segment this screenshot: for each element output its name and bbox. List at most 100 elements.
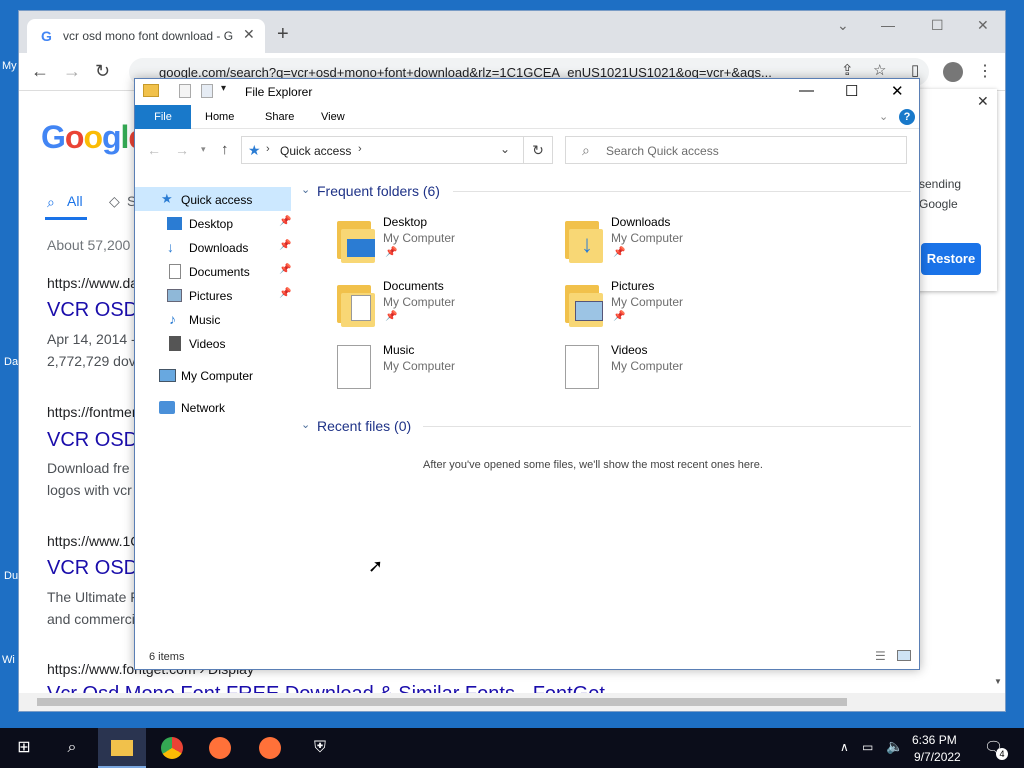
nav-item-quick-access[interactable]: ★ Quick access bbox=[135, 189, 291, 211]
result-title[interactable]: Vcr Osd Mono Font FREE Download & Simila… bbox=[47, 683, 605, 693]
quick-access-toolbar-dropdown-icon[interactable]: ▾ bbox=[221, 83, 226, 94]
desktop-icon-label[interactable]: My bbox=[2, 60, 17, 72]
section-header-frequent[interactable]: Frequent folders (6) bbox=[317, 183, 440, 199]
back-arrow-icon[interactable]: ← bbox=[147, 142, 161, 158]
desktop-icon-label[interactable]: Du bbox=[4, 570, 18, 582]
result-title[interactable]: VCR OSD bbox=[47, 429, 138, 452]
tab-all[interactable]: All bbox=[67, 193, 83, 209]
chrome-minimize-button[interactable]: — bbox=[881, 17, 895, 33]
scroll-down-icon[interactable]: ▼ bbox=[994, 677, 1002, 686]
new-folder-icon[interactable] bbox=[201, 84, 213, 98]
nav-item-music[interactable]: ♪ Music bbox=[135, 309, 291, 331]
pin-icon: 📌 bbox=[385, 247, 398, 258]
back-arrow-icon[interactable]: ← bbox=[31, 61, 49, 82]
firefox-taskbar-icon[interactable] bbox=[196, 728, 244, 768]
firefox-taskbar-icon[interactable] bbox=[246, 728, 294, 768]
nav-item-label: Downloads bbox=[189, 241, 249, 255]
folder-tile-documents[interactable]: Documents My Computer 📌 bbox=[337, 279, 557, 335]
share-icon[interactable]: ⇪ bbox=[841, 61, 854, 79]
tab-title: vcr osd mono font download - G bbox=[63, 29, 233, 43]
chrome-maximize-button[interactable]: ☐ bbox=[931, 17, 944, 34]
chrome-taskbar-icon[interactable] bbox=[148, 728, 196, 768]
reload-icon[interactable]: ↻ bbox=[95, 61, 110, 82]
bookmark-star-icon[interactable]: ☆ bbox=[873, 61, 886, 79]
tab-file[interactable]: File bbox=[135, 105, 191, 129]
menu-kebab-icon[interactable]: ⋮ bbox=[977, 61, 993, 81]
collapse-chevron-icon[interactable]: ⌄ bbox=[301, 183, 310, 196]
close-icon[interactable]: ✕ bbox=[977, 93, 989, 110]
folder-name: Pictures bbox=[611, 279, 655, 293]
side-panel-icon[interactable]: ▯ bbox=[911, 61, 919, 79]
network-icon[interactable]: ▭ bbox=[862, 740, 873, 754]
expand-ribbon-chevron-icon[interactable]: ⌄ bbox=[879, 110, 888, 123]
close-tab-icon[interactable]: ✕ bbox=[243, 26, 255, 43]
horizontal-scrollbar[interactable] bbox=[19, 693, 1005, 711]
volume-icon[interactable]: 🔈 bbox=[886, 738, 903, 755]
nav-item-network[interactable]: Network bbox=[135, 397, 291, 419]
result-url[interactable]: https://fontmer bbox=[47, 404, 136, 420]
help-icon[interactable]: ? bbox=[899, 109, 915, 125]
nav-item-pictures[interactable]: Pictures 📌 bbox=[135, 285, 291, 307]
minimize-button[interactable]: — bbox=[799, 82, 814, 99]
forward-arrow-icon[interactable]: → bbox=[175, 142, 189, 158]
forward-arrow-icon[interactable]: → bbox=[63, 61, 81, 82]
result-url[interactable]: https://www.1C bbox=[47, 533, 140, 549]
folder-tile-music[interactable]: Music My Computer bbox=[337, 343, 557, 399]
clock-time[interactable]: 6:36 PM bbox=[912, 733, 957, 747]
search-icon: ⌕ bbox=[582, 142, 590, 158]
nav-item-documents[interactable]: Documents 📌 bbox=[135, 261, 291, 283]
search-icon[interactable]: ⌕ bbox=[48, 728, 96, 768]
close-button[interactable]: ✕ bbox=[891, 82, 904, 100]
result-title[interactable]: VCR OSD bbox=[47, 557, 138, 580]
properties-icon[interactable] bbox=[179, 84, 191, 98]
maximize-button[interactable]: ☐ bbox=[845, 82, 858, 100]
chevron-right-icon[interactable]: › bbox=[266, 143, 270, 155]
result-snippet: The Ultimate F bbox=[47, 589, 139, 605]
collapse-chevron-icon[interactable]: ⌄ bbox=[301, 418, 310, 431]
folder-tile-videos[interactable]: Videos My Computer bbox=[565, 343, 785, 399]
result-title[interactable]: VCR OSD bbox=[47, 299, 138, 322]
file-explorer-taskbar-icon[interactable] bbox=[98, 728, 146, 768]
folder-tile-desktop[interactable]: Desktop My Computer 📌 bbox=[337, 215, 557, 271]
section-header-recent[interactable]: Recent files (0) bbox=[317, 418, 411, 434]
folder-tile-pictures[interactable]: Pictures My Computer 📌 bbox=[565, 279, 785, 335]
large-icons-view-icon[interactable] bbox=[897, 650, 911, 661]
recent-locations-chevron-down-icon[interactable]: ▾ bbox=[201, 144, 206, 155]
folder-tile-downloads[interactable]: ↓ Downloads My Computer 📌 bbox=[565, 215, 785, 271]
tab-share[interactable]: Share bbox=[265, 111, 294, 123]
up-arrow-icon[interactable]: ↑ bbox=[221, 141, 229, 158]
nav-item-desktop[interactable]: Desktop 📌 bbox=[135, 213, 291, 235]
chevron-right-icon[interactable]: › bbox=[358, 143, 362, 155]
refresh-button[interactable]: ↻ bbox=[523, 136, 553, 164]
pin-icon[interactable]: 📌 bbox=[279, 216, 291, 227]
google-logo[interactable]: Google bbox=[41, 119, 146, 156]
restore-button[interactable]: Restore bbox=[921, 243, 981, 275]
new-tab-button[interactable]: + bbox=[277, 23, 289, 46]
tab-home[interactable]: Home bbox=[205, 111, 234, 123]
pin-icon[interactable]: 📌 bbox=[279, 288, 291, 299]
clock-date[interactable]: 9/7/2022 bbox=[914, 750, 961, 764]
profile-avatar[interactable] bbox=[943, 62, 963, 82]
result-url[interactable]: https://www.da bbox=[47, 275, 138, 291]
nav-item-downloads[interactable]: ↓ Downloads 📌 bbox=[135, 237, 291, 259]
browser-tab[interactable]: G vcr osd mono font download - G ✕ bbox=[27, 19, 265, 53]
security-shield-icon[interactable]: ⛨ bbox=[296, 728, 344, 768]
folder-icon bbox=[337, 281, 375, 327]
folder-name: Music bbox=[383, 343, 415, 357]
pin-icon[interactable]: 📌 bbox=[279, 264, 291, 275]
nav-item-my-computer[interactable]: My Computer bbox=[135, 365, 291, 387]
nav-item-videos[interactable]: Videos bbox=[135, 333, 291, 355]
chevron-down-icon[interactable]: ⌄ bbox=[500, 142, 510, 156]
desktop-icon-label[interactable]: Wi bbox=[2, 654, 15, 666]
pin-icon[interactable]: 📌 bbox=[279, 240, 291, 251]
search-input[interactable]: ⌕ Search Quick access bbox=[565, 136, 907, 164]
tab-search-chevron-down-icon[interactable]: ⌄ bbox=[837, 17, 849, 34]
details-view-icon[interactable]: ☰ bbox=[875, 649, 886, 663]
tab-view[interactable]: View bbox=[321, 111, 345, 123]
breadcrumb[interactable]: Quick access bbox=[280, 144, 351, 158]
desktop-icon-label[interactable]: Da bbox=[4, 356, 18, 368]
start-windows-icon[interactable]: ⊞ bbox=[0, 728, 48, 768]
chrome-close-button[interactable]: ✕ bbox=[977, 17, 989, 34]
show-hidden-icons-chevron-icon[interactable]: ∧ bbox=[840, 740, 849, 754]
address-bar[interactable]: ★ › Quick access › ⌄ bbox=[241, 136, 553, 164]
